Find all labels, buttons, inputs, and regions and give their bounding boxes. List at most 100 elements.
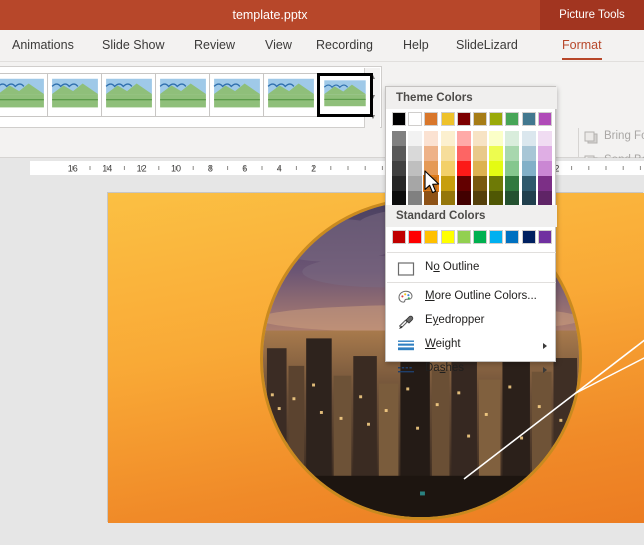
- tab-animations[interactable]: Animations: [8, 30, 78, 62]
- menu-item-eyedropper[interactable]: Eyedropper: [387, 310, 556, 334]
- theme-color-swatch-r2c9[interactable]: [521, 146, 536, 161]
- theme-color-swatch-r0c8[interactable]: [505, 112, 520, 126]
- theme-color-swatch-r4c4[interactable]: [440, 176, 455, 191]
- bring-forward-label: Bring Fo: [604, 130, 644, 142]
- standard-color-swatch-5[interactable]: [456, 230, 471, 244]
- theme-color-swatch-r2c4[interactable]: [440, 146, 455, 161]
- picture-border-color-dropdown[interactable]: Theme Colors Standard Colors No Outline M…: [385, 86, 557, 374]
- tab-review[interactable]: Review: [190, 30, 239, 62]
- tab-format[interactable]: Format: [558, 30, 606, 62]
- standard-color-swatch-1[interactable]: [392, 230, 406, 244]
- theme-color-swatch-r3c5[interactable]: [456, 161, 471, 176]
- theme-color-swatch-r0c1[interactable]: [392, 112, 406, 126]
- theme-color-swatch-r4c10[interactable]: [537, 176, 552, 191]
- theme-color-swatch-r2c6[interactable]: [473, 146, 487, 161]
- theme-color-swatch-r0c7[interactable]: [489, 112, 504, 126]
- theme-color-swatch-r1c6[interactable]: [473, 131, 487, 146]
- theme-color-swatch-r3c8[interactable]: [505, 161, 520, 176]
- theme-color-swatch-r0c6[interactable]: [473, 112, 487, 126]
- theme-color-swatch-r3c6[interactable]: [473, 161, 487, 176]
- picture-style-thumb-4[interactable]: [155, 73, 211, 117]
- theme-color-swatch-r2c7[interactable]: [489, 146, 504, 161]
- theme-color-swatch-r5c7[interactable]: [489, 191, 504, 206]
- theme-color-swatch-r0c9[interactable]: [521, 112, 536, 126]
- picture-style-thumb-5[interactable]: [209, 73, 265, 117]
- theme-color-swatch-r4c6[interactable]: [473, 176, 487, 191]
- picture-style-thumb-6[interactable]: [263, 73, 319, 117]
- tab-help[interactable]: Help: [399, 30, 433, 62]
- theme-color-swatch-r2c3[interactable]: [424, 146, 439, 161]
- theme-color-swatch-r4c8[interactable]: [505, 176, 520, 191]
- theme-color-swatch-r1c1[interactable]: [392, 131, 406, 146]
- theme-color-swatch-r0c5[interactable]: [456, 112, 471, 126]
- theme-color-swatch-r5c8[interactable]: [505, 191, 520, 206]
- theme-color-swatch-r0c2[interactable]: [408, 112, 423, 126]
- theme-color-swatch-r4c5[interactable]: [456, 176, 471, 191]
- theme-color-swatch-r5c4[interactable]: [440, 191, 455, 206]
- standard-color-swatch-10[interactable]: [537, 230, 552, 244]
- context-tab-picture-tools[interactable]: Picture Tools: [540, 0, 644, 30]
- slide[interactable]: [108, 193, 644, 523]
- theme-color-swatch-r1c9[interactable]: [521, 131, 536, 146]
- theme-color-swatch-r5c10[interactable]: [537, 191, 552, 206]
- theme-color-swatch-r0c4[interactable]: [440, 112, 455, 126]
- standard-color-swatch-6[interactable]: [473, 230, 487, 244]
- theme-color-swatch-r1c7[interactable]: [489, 131, 504, 146]
- theme-color-swatch-r3c10[interactable]: [537, 161, 552, 176]
- theme-color-swatch-r1c4[interactable]: [440, 131, 455, 146]
- standard-color-swatch-3[interactable]: [424, 230, 439, 244]
- picture-style-thumb-1[interactable]: [0, 73, 49, 117]
- standard-color-swatch-7[interactable]: [489, 230, 504, 244]
- theme-color-swatch-r2c8[interactable]: [505, 146, 520, 161]
- theme-color-swatch-r1c10[interactable]: [537, 131, 552, 146]
- theme-color-swatch-r2c2[interactable]: [408, 146, 423, 161]
- standard-color-swatch-2[interactable]: [408, 230, 423, 244]
- standard-color-swatch-8[interactable]: [505, 230, 520, 244]
- palette-icon: [397, 289, 415, 307]
- theme-color-swatch-r2c5[interactable]: [456, 146, 471, 161]
- mouse-cursor: [424, 170, 440, 194]
- theme-colors-header: Theme Colors: [386, 87, 557, 109]
- theme-color-swatch-r3c7[interactable]: [489, 161, 504, 176]
- theme-color-swatch-r3c4[interactable]: [440, 161, 455, 176]
- tab-view[interactable]: View: [261, 30, 296, 62]
- menu-item-label: Dashes: [425, 362, 464, 374]
- theme-color-swatch-r5c6[interactable]: [473, 191, 487, 206]
- menu-item-dashes[interactable]: Dashes: [387, 358, 556, 382]
- picture-styles-gallery[interactable]: ▲ ▼ ▼: [0, 66, 382, 128]
- submenu-arrow-icon[interactable]: [543, 367, 547, 373]
- tab-slidelizard[interactable]: SlideLizard: [452, 30, 522, 62]
- picture-style-thumb-3[interactable]: [101, 73, 157, 117]
- theme-color-swatch-r3c2[interactable]: [408, 161, 423, 176]
- menu-item-weight[interactable]: Weight: [387, 334, 556, 358]
- theme-color-swatch-r3c9[interactable]: [521, 161, 536, 176]
- theme-color-swatch-r3c1[interactable]: [392, 161, 406, 176]
- document-title: template.pptx: [232, 8, 308, 22]
- theme-color-swatch-r1c8[interactable]: [505, 131, 520, 146]
- theme-color-swatch-r2c1[interactable]: [392, 146, 406, 161]
- theme-color-swatch-r5c2[interactable]: [408, 191, 423, 206]
- standard-color-swatch-4[interactable]: [440, 230, 455, 244]
- tab-recording[interactable]: Recording: [312, 30, 377, 62]
- menu-item-more-outline-colors[interactable]: More Outline Colors...: [387, 286, 556, 310]
- standard-color-swatch-9[interactable]: [521, 230, 536, 244]
- theme-color-swatch-r1c5[interactable]: [456, 131, 471, 146]
- theme-color-swatch-r5c9[interactable]: [521, 191, 536, 206]
- menu-item-no-outline[interactable]: No Outline: [387, 257, 556, 281]
- theme-color-swatch-r4c7[interactable]: [489, 176, 504, 191]
- theme-color-swatch-r0c3[interactable]: [424, 112, 439, 126]
- theme-color-swatch-r5c1[interactable]: [392, 191, 406, 206]
- theme-color-swatch-r5c5[interactable]: [456, 191, 471, 206]
- picture-style-thumb-7[interactable]: [317, 73, 373, 117]
- theme-color-swatch-r4c1[interactable]: [392, 176, 406, 191]
- submenu-arrow-icon[interactable]: [543, 343, 547, 349]
- theme-color-swatch-r0c10[interactable]: [537, 112, 552, 126]
- theme-color-swatch-r4c2[interactable]: [408, 176, 423, 191]
- tab-slide-show[interactable]: Slide Show: [98, 30, 169, 62]
- picture-style-thumb-2[interactable]: [47, 73, 103, 117]
- theme-color-swatch-r1c3[interactable]: [424, 131, 439, 146]
- theme-color-swatch-r2c10[interactable]: [537, 146, 552, 161]
- dashes-icon: [397, 361, 415, 379]
- theme-color-swatch-r4c9[interactable]: [521, 176, 536, 191]
- theme-color-swatch-r1c2[interactable]: [408, 131, 423, 146]
